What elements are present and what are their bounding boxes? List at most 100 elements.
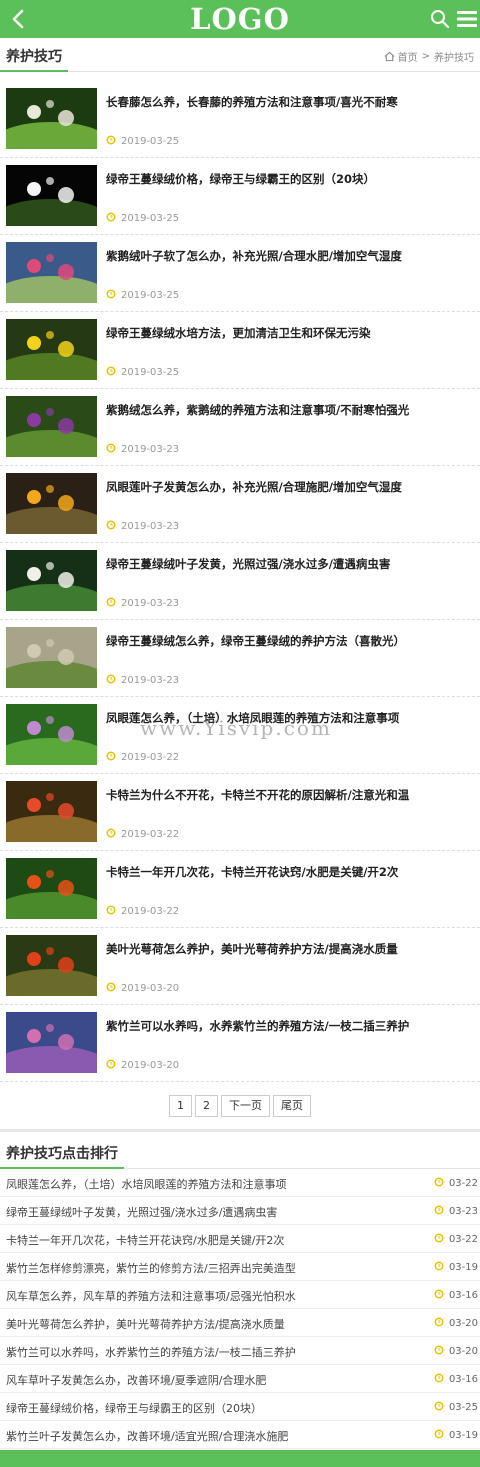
clock-icon	[434, 1373, 449, 1386]
article-date-text: 2019-03-20	[121, 983, 180, 994]
article-thumbnail[interactable]	[6, 704, 97, 765]
article-item[interactable]: 绿帝王蔓绿绒水培方法，更加清洁卫生和环保无污染 2019-03-25	[0, 312, 480, 389]
ranking-item-title[interactable]: 卡特兰一年开几次花，卡特兰开花诀窍/水肥是关键/开2次	[6, 1232, 284, 1248]
article-date-text: 2019-03-22	[121, 752, 180, 763]
article-thumbnail[interactable]	[6, 473, 97, 534]
ranking-item-date-text: 03-22	[448, 1178, 478, 1189]
article-thumbnail[interactable]	[6, 935, 97, 996]
article-title[interactable]: 凤眼莲叶子发黄怎么办，补充光照/合理施肥/增加空气湿度	[106, 479, 474, 495]
page-1-button[interactable]: 1	[169, 1094, 192, 1117]
ranking-item[interactable]: 卡特兰一年开几次花，卡特兰开花诀窍/水肥是关键/开2次 03-22	[0, 1225, 480, 1253]
article-thumbnail[interactable]	[6, 396, 97, 457]
ranking-item[interactable]: 紫竹兰怎样修剪漂亮，紫竹兰的修剪方法/三招弄出完美造型 03-19	[0, 1253, 480, 1281]
ranking-item-date: 03-19	[434, 1261, 478, 1274]
article-date: 2019-03-20	[106, 1059, 179, 1072]
ranking-item-title[interactable]: 绿帝王蔓绿绒价格，绿帝王与绿霸王的区别（20块）	[6, 1400, 262, 1416]
article-date: 2019-03-25	[106, 366, 179, 379]
article-item[interactable]: 紫鹅绒叶子软了怎么办，补充光照/合理水肥/增加空气湿度 2019-03-25	[0, 235, 480, 312]
breadcrumb-current[interactable]: 养护技巧	[434, 49, 474, 64]
article-title[interactable]: 紫鹅绒叶子软了怎么办，补充光照/合理水肥/增加空气湿度	[106, 248, 474, 264]
article-item[interactable]: 紫鹅绒怎么养，紫鹅绒的养殖方法和注意事项/不耐寒怕强光 2019-03-23	[0, 389, 480, 466]
article-title[interactable]: 长春藤怎么养，长春藤的养殖方法和注意事项/喜光不耐寒	[106, 94, 474, 110]
article-item[interactable]: 绿帝王蔓绿绒怎么养，绿帝王蔓绿绒的养护方法（喜散光） 2019-03-23	[0, 620, 480, 697]
ranking-item-title[interactable]: 美叶光萼荷怎么养护，美叶光萼荷养护方法/提高浇水质量	[6, 1316, 285, 1332]
article-title[interactable]: 绿帝王蔓绿绒水培方法，更加清洁卫生和环保无污染	[106, 325, 474, 341]
article-date-text: 2019-03-25	[121, 136, 180, 147]
article-item[interactable]: 绿帝王蔓绿绒叶子发黄，光照过强/浇水过多/遭遇病虫害 2019-03-23	[0, 543, 480, 620]
article-thumbnail[interactable]	[6, 1012, 97, 1073]
ranking-item-title[interactable]: 凤眼莲怎么养，（土培）水培凤眼莲的养殖方法和注意事项	[6, 1176, 287, 1192]
ranking-item-title[interactable]: 紫竹兰可以水养吗，水养紫竹兰的养殖方法/一枝二插三养护	[6, 1344, 296, 1360]
ranking-item-date: 03-20	[434, 1317, 478, 1330]
article-item[interactable]: 长春藤怎么养，长春藤的养殖方法和注意事项/喜光不耐寒 2019-03-25	[0, 81, 480, 158]
article-title[interactable]: 卡特兰一年开几次花，卡特兰开花诀窍/水肥是关键/开2次	[106, 864, 474, 880]
clock-icon	[106, 674, 121, 687]
article-thumbnail[interactable]	[6, 319, 97, 380]
ranking-item[interactable]: 风车草怎么养，风车草的养殖方法和注意事项/忌强光怕积水 03-16	[0, 1281, 480, 1309]
ranking-item[interactable]: 风车草叶子发黄怎么办，改善环境/夏季遮阴/合理水肥 03-16	[0, 1365, 480, 1393]
page-2-button[interactable]: 2	[195, 1094, 218, 1117]
clock-icon	[106, 135, 121, 148]
ranking-item-title[interactable]: 风车草叶子发黄怎么办，改善环境/夏季遮阴/合理水肥	[6, 1372, 266, 1388]
article-date-text: 2019-03-25	[121, 290, 180, 301]
section-title: 养护技巧	[6, 49, 62, 65]
article-title[interactable]: 绿帝王蔓绿绒价格，绿帝王与绿霸王的区别（20块）	[106, 171, 474, 187]
ranking-item-date-text: 03-22	[448, 1234, 478, 1245]
ranking-item[interactable]: 绿帝王蔓绿绒叶子发黄，光照过强/浇水过多/遭遇病虫害 03-23	[0, 1197, 480, 1225]
article-thumbnail[interactable]	[6, 88, 97, 149]
article-date-text: 2019-03-25	[121, 213, 180, 224]
article-date-text: 2019-03-22	[121, 906, 180, 917]
article-item[interactable]: 凤眼莲叶子发黄怎么办，补充光照/合理施肥/增加空气湿度 2019-03-23	[0, 466, 480, 543]
breadcrumb-home[interactable]: 首页	[398, 49, 418, 64]
article-date: 2019-03-22	[106, 751, 179, 764]
clock-icon	[434, 1317, 449, 1330]
ranking-item[interactable]: 美叶光萼荷怎么养护，美叶光萼荷养护方法/提高浇水质量 03-20	[0, 1309, 480, 1337]
ranking-item-title[interactable]: 绿帝王蔓绿绒叶子发黄，光照过强/浇水过多/遭遇病虫害	[6, 1204, 277, 1220]
clock-icon	[106, 905, 121, 918]
article-date-text: 2019-03-20	[121, 1060, 180, 1071]
menu-icon[interactable]	[456, 10, 478, 28]
article-title[interactable]: 绿帝王蔓绿绒怎么养，绿帝王蔓绿绒的养护方法（喜散光）	[106, 633, 474, 649]
article-title[interactable]: 紫竹兰可以水养吗，水养紫竹兰的养殖方法/一枝二插三养护	[106, 1018, 474, 1034]
article-item[interactable]: 卡特兰一年开几次花，卡特兰开花诀窍/水肥是关键/开2次 2019-03-22	[0, 851, 480, 928]
last-page-button[interactable]: 尾页	[273, 1094, 311, 1117]
ranking-item-title[interactable]: 紫竹兰叶子发黄怎么办，改善环境/适宜光照/合理浇水施肥	[6, 1428, 288, 1444]
article-item[interactable]: 卡特兰为什么不开花，卡特兰不开花的原因解析/注意光和温 2019-03-22	[0, 774, 480, 851]
article-thumbnail[interactable]	[6, 165, 97, 226]
article-thumbnail[interactable]	[6, 627, 97, 688]
search-icon[interactable]	[430, 9, 450, 29]
article-thumbnail[interactable]	[6, 781, 97, 842]
next-page-button[interactable]: 下一页	[221, 1094, 270, 1117]
article-date: 2019-03-23	[106, 597, 179, 610]
ranking-item[interactable]: 凤眼莲怎么养，（土培）水培凤眼莲的养殖方法和注意事项 03-22	[0, 1169, 480, 1197]
article-title[interactable]: 美叶光萼荷怎么养护，美叶光萼荷养护方法/提高浇水质量	[106, 941, 474, 957]
ranking-item-date: 03-22	[434, 1233, 478, 1246]
article-item[interactable]: 美叶光萼荷怎么养护，美叶光萼荷养护方法/提高浇水质量 2019-03-20	[0, 928, 480, 1005]
article-item[interactable]: 绿帝王蔓绿绒价格，绿帝王与绿霸王的区别（20块） 2019-03-25	[0, 158, 480, 235]
article-date-text: 2019-03-25	[121, 367, 180, 378]
article-title[interactable]: 绿帝王蔓绿绒叶子发黄，光照过强/浇水过多/遭遇病虫害	[106, 556, 474, 572]
clock-icon	[106, 751, 121, 764]
article-date-text: 2019-03-23	[121, 598, 180, 609]
article-thumbnail[interactable]	[6, 550, 97, 611]
article-thumbnail[interactable]	[6, 858, 97, 919]
article-title[interactable]: 卡特兰为什么不开花，卡特兰不开花的原因解析/注意光和温	[106, 787, 474, 803]
article-item[interactable]: 紫竹兰可以水养吗，水养紫竹兰的养殖方法/一枝二插三养护 2019-03-20	[0, 1005, 480, 1082]
site-logo[interactable]: LOGO	[0, 1, 480, 37]
article-title[interactable]: 紫鹅绒怎么养，紫鹅绒的养殖方法和注意事项/不耐寒怕强光	[106, 402, 474, 418]
article-date: 2019-03-22	[106, 828, 179, 841]
ranking-item-title[interactable]: 风车草怎么养，风车草的养殖方法和注意事项/忌强光怕积水	[6, 1288, 296, 1304]
home-icon	[384, 51, 395, 62]
ranking-item-date-text: 03-25	[448, 1402, 478, 1413]
article-date: 2019-03-23	[106, 520, 179, 533]
pagination: 1 2 下一页 尾页	[0, 1082, 480, 1132]
clock-icon	[434, 1233, 449, 1246]
clock-icon	[434, 1401, 449, 1414]
ranking-item-title[interactable]: 紫竹兰怎样修剪漂亮，紫竹兰的修剪方法/三招弄出完美造型	[6, 1260, 296, 1276]
clock-icon	[106, 212, 121, 225]
watermark: www.Yisvip.com	[140, 716, 332, 740]
ranking-item[interactable]: 紫竹兰叶子发黄怎么办，改善环境/适宜光照/合理浇水施肥 03-19	[0, 1421, 480, 1449]
article-thumbnail[interactable]	[6, 242, 97, 303]
ranking-item[interactable]: 绿帝王蔓绿绒价格，绿帝王与绿霸王的区别（20块） 03-25	[0, 1393, 480, 1421]
ranking-item[interactable]: 紫竹兰可以水养吗，水养紫竹兰的养殖方法/一枝二插三养护 03-20	[0, 1337, 480, 1365]
